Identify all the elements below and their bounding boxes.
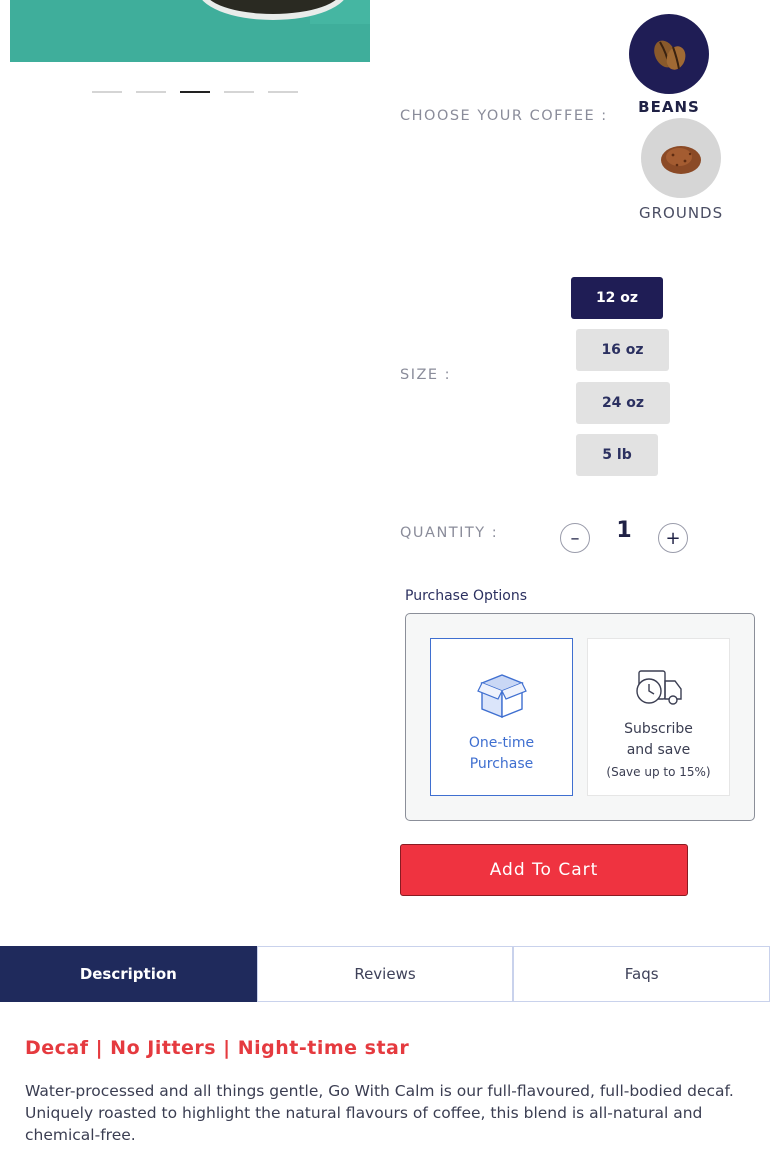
size-option-5lb[interactable]: 5 lb bbox=[576, 434, 658, 476]
quantity-decrease-button[interactable]: – bbox=[560, 523, 590, 553]
one-time-line2: Purchase bbox=[469, 756, 534, 772]
size-option-16oz[interactable]: 16 oz bbox=[576, 329, 669, 371]
subscribe-savings-note: (Save up to 15%) bbox=[606, 765, 711, 779]
subscribe-line2: and save bbox=[626, 742, 691, 758]
size-option-24oz[interactable]: 24 oz bbox=[576, 382, 670, 424]
subscribe-line1: Subscribe bbox=[624, 721, 693, 737]
coffee-option-grounds[interactable]: GROUNDS bbox=[639, 118, 723, 222]
tab-reviews[interactable]: Reviews bbox=[256, 946, 514, 1002]
product-info-tabs: Description Reviews Faqs bbox=[0, 946, 770, 1002]
quantity-label: QUANTITY : bbox=[400, 525, 499, 541]
quantity-increase-button[interactable]: + bbox=[658, 523, 688, 553]
tab-faqs[interactable]: Faqs bbox=[513, 946, 770, 1002]
size-label: SIZE : bbox=[400, 367, 452, 383]
product-image bbox=[10, 0, 370, 62]
description-heading: Decaf | No Jitters | Night-time star bbox=[25, 1037, 410, 1059]
coffee-option-label: GROUNDS bbox=[639, 204, 724, 222]
ground-coffee-icon bbox=[641, 118, 722, 198]
carousel-dots bbox=[92, 91, 298, 93]
carousel-dot-4[interactable] bbox=[224, 91, 254, 93]
carousel-dot-5[interactable] bbox=[268, 91, 298, 93]
coffee-bean-icon bbox=[629, 14, 709, 94]
purchase-options-title: Purchase Options bbox=[405, 588, 528, 604]
description-body: Water-processed and all things gentle, G… bbox=[25, 1082, 734, 1144]
coffee-option-label: BEANS bbox=[638, 98, 700, 116]
purchase-options-panel: One-time Purchase Subscribe and save (Sa… bbox=[405, 613, 755, 821]
coffee-type-label: CHOOSE YOUR COFFEE : bbox=[400, 108, 608, 124]
delivery-truck-clock-icon bbox=[633, 667, 685, 709]
box-icon bbox=[476, 671, 527, 721]
quantity-value: 1 bbox=[616, 518, 632, 543]
carousel-dot-1[interactable] bbox=[92, 91, 122, 93]
size-option-12oz[interactable]: 12 oz bbox=[571, 277, 663, 319]
carousel-dot-2[interactable] bbox=[136, 91, 166, 93]
add-to-cart-button[interactable]: Add To Cart bbox=[400, 844, 688, 896]
tab-description[interactable]: Description bbox=[0, 946, 257, 1002]
subscribe-and-save-option[interactable]: Subscribe and save (Save up to 15%) bbox=[587, 638, 730, 796]
carousel-dot-3[interactable] bbox=[180, 91, 210, 93]
coffee-option-beans[interactable]: BEANS bbox=[629, 14, 709, 116]
one-time-line1: One-time bbox=[468, 735, 535, 751]
one-time-purchase-option[interactable]: One-time Purchase bbox=[430, 638, 573, 796]
